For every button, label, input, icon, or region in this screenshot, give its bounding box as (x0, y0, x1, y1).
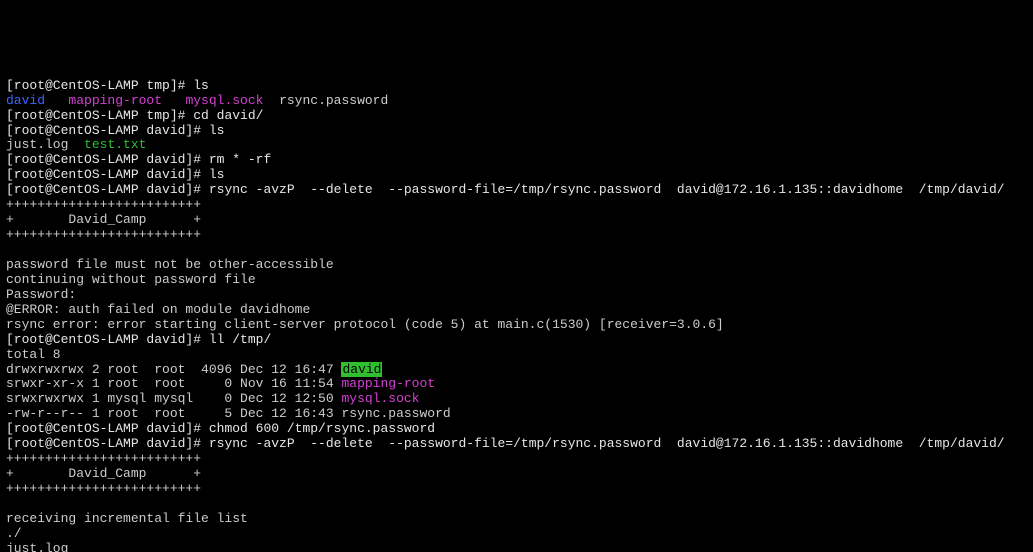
output-segment: srwxrwxrwx 1 mysql mysql 0 Dec 12 12:50 (6, 391, 341, 406)
output-text: @ERROR: auth failed on module davidhome (6, 302, 310, 317)
terminal-line: just.log (6, 542, 1027, 552)
output-text (6, 496, 14, 511)
prompt: [root@CentOS-LAMP tmp]# (6, 108, 193, 123)
prompt: [root@CentOS-LAMP david]# (6, 332, 209, 347)
output-segment: mysql.sock (185, 93, 263, 108)
terminal-line: [root@CentOS-LAMP david]# ls (6, 124, 1027, 139)
output-segment (45, 93, 68, 108)
terminal-line: +++++++++++++++++++++++++ (6, 452, 1027, 467)
output-text (6, 242, 14, 257)
output-text: +++++++++++++++++++++++++ (6, 197, 201, 212)
output-segment: mapping-root (341, 376, 435, 391)
output-segment: mysql.sock (341, 391, 419, 406)
output-text: just.log (6, 541, 68, 552)
output-text: +++++++++++++++++++++++++ (6, 481, 201, 496)
terminal-line: [root@CentOS-LAMP david]# rsync -avzP --… (6, 183, 1027, 198)
output-segment: drwxrwxrwx 2 root root 4096 Dec 12 16:47 (6, 362, 341, 377)
output-segment (162, 93, 185, 108)
output-segment: mapping-root (68, 93, 162, 108)
output-text: password file must not be other-accessib… (6, 257, 334, 272)
terminal-line: +++++++++++++++++++++++++ (6, 228, 1027, 243)
terminal-line: +++++++++++++++++++++++++ (6, 198, 1027, 213)
output-text: + David_Camp + (6, 212, 201, 227)
prompt: [root@CentOS-LAMP david]# (6, 152, 209, 167)
command: chmod 600 /tmp/rsync.password (209, 421, 435, 436)
terminal-line: -rw-r--r-- 1 root root 5 Dec 12 16:43 rs… (6, 407, 1027, 422)
output-segment: david (6, 93, 45, 108)
terminal-line: password file must not be other-accessib… (6, 258, 1027, 273)
terminal-line: + David_Camp + (6, 213, 1027, 228)
terminal-line: [root@CentOS-LAMP david]# rm * -rf (6, 153, 1027, 168)
terminal-line: [root@CentOS-LAMP tmp]# ls (6, 79, 1027, 94)
prompt: [root@CentOS-LAMP david]# (6, 182, 209, 197)
command: ls (209, 123, 225, 138)
prompt: [root@CentOS-LAMP david]# (6, 436, 209, 451)
terminal-line: @ERROR: auth failed on module davidhome (6, 303, 1027, 318)
output-text: + David_Camp + (6, 466, 201, 481)
command: cd david/ (193, 108, 263, 123)
output-text: ./ (6, 526, 22, 541)
terminal-line: drwxrwxrwx 2 root root 4096 Dec 12 16:47… (6, 363, 1027, 378)
command: rsync -avzP --delete --password-file=/tm… (209, 182, 1005, 197)
command: ll /tmp/ (209, 332, 271, 347)
terminal-line: rsync error: error starting client-serve… (6, 318, 1027, 333)
output-text: rsync error: error starting client-serve… (6, 317, 724, 332)
output-text: +++++++++++++++++++++++++ (6, 451, 201, 466)
terminal-line: + David_Camp + (6, 467, 1027, 482)
terminal-line: [root@CentOS-LAMP tmp]# cd david/ (6, 109, 1027, 124)
output-text: receiving incremental file list (6, 511, 248, 526)
output-segment: rsync.password (263, 93, 388, 108)
terminal-line: +++++++++++++++++++++++++ (6, 482, 1027, 497)
command: ls (193, 78, 209, 93)
command: rm * -rf (209, 152, 271, 167)
output-segment: just.log (6, 137, 84, 152)
terminal-line (6, 497, 1027, 512)
output-segment: srwxr-xr-x 1 root root 0 Nov 16 11:54 (6, 376, 341, 391)
output-text: total 8 (6, 347, 61, 362)
terminal-line: [root@CentOS-LAMP david]# chmod 600 /tmp… (6, 422, 1027, 437)
terminal-line: srwxrwxrwx 1 mysql mysql 0 Dec 12 12:50 … (6, 392, 1027, 407)
terminal-line: ./ (6, 527, 1027, 542)
output-text: -rw-r--r-- 1 root root 5 Dec 12 16:43 rs… (6, 406, 451, 421)
output-text: Password: (6, 287, 76, 302)
terminal-line: total 8 (6, 348, 1027, 363)
terminal-line: [root@CentOS-LAMP david]# ls (6, 168, 1027, 183)
terminal-line: [root@CentOS-LAMP david]# rsync -avzP --… (6, 437, 1027, 452)
terminal-line: continuing without password file (6, 273, 1027, 288)
prompt: [root@CentOS-LAMP david]# (6, 421, 209, 436)
output-segment: david (341, 362, 382, 377)
terminal-line (6, 243, 1027, 258)
terminal-line: just.log test.txt (6, 138, 1027, 153)
terminal-line: Password: (6, 288, 1027, 303)
terminal-line: [root@CentOS-LAMP david]# ll /tmp/ (6, 333, 1027, 348)
terminal-line: receiving incremental file list (6, 512, 1027, 527)
output-text: +++++++++++++++++++++++++ (6, 227, 201, 242)
command: ls (209, 167, 225, 182)
output-text: continuing without password file (6, 272, 256, 287)
terminal-line: srwxr-xr-x 1 root root 0 Nov 16 11:54 ma… (6, 377, 1027, 392)
terminal-line: david mapping-root mysql.sock rsync.pass… (6, 94, 1027, 109)
output-segment: test.txt (84, 137, 146, 152)
terminal[interactable]: [root@CentOS-LAMP tmp]# lsdavid mapping-… (0, 75, 1033, 552)
prompt: [root@CentOS-LAMP david]# (6, 123, 209, 138)
command: rsync -avzP --delete --password-file=/tm… (209, 436, 1005, 451)
prompt: [root@CentOS-LAMP tmp]# (6, 78, 193, 93)
prompt: [root@CentOS-LAMP david]# (6, 167, 209, 182)
